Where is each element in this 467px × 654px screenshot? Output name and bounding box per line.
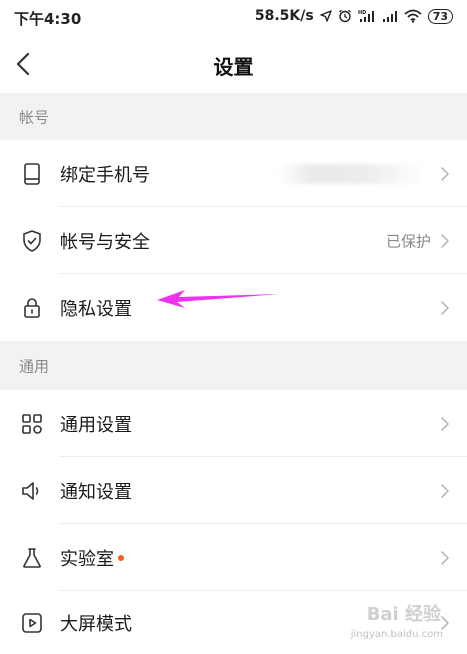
alarm-clock-icon	[338, 9, 351, 23]
section-header-general: 通用	[0, 341, 467, 390]
row-label: 帐号与安全	[60, 231, 150, 253]
row-label: 隐私设置	[60, 298, 132, 320]
shield-check-icon	[23, 229, 41, 252]
speaker-icon	[22, 481, 39, 500]
status-bar: 下午4:30 58.5K/s HD 73	[0, 0, 467, 36]
status-time: 下午4:30	[14, 10, 82, 28]
phone-icon	[24, 162, 40, 185]
settings-row-notifications[interactable]: 通知设置	[0, 457, 467, 524]
new-badge-dot	[118, 554, 124, 561]
row-label: 通知设置	[60, 481, 132, 503]
location-arrow-icon	[319, 10, 332, 22]
hd-label: HD	[358, 10, 366, 16]
chevron-right-icon	[441, 615, 449, 630]
settings-row-bind-phone[interactable]: 绑定手机号	[0, 140, 467, 207]
row-value: 已保护	[385, 232, 431, 250]
page-title: 设置	[213, 55, 254, 79]
lock-icon	[24, 297, 40, 318]
chevron-right-icon	[441, 483, 449, 498]
settings-row-big-screen[interactable]: 大屏模式	[0, 591, 467, 654]
status-indicators: 58.5K/s HD 73	[255, 8, 453, 24]
row-label: 大屏模式	[60, 613, 132, 635]
settings-row-general[interactable]: 通用设置	[0, 390, 467, 457]
chevron-right-icon	[441, 416, 449, 431]
play-square-icon	[22, 612, 42, 633]
chevron-right-icon	[441, 300, 449, 315]
chevron-right-icon	[441, 233, 449, 248]
section-header-label: 通用	[19, 357, 50, 375]
settings-row-account-security[interactable]: 帐号与安全 已保护	[0, 207, 467, 274]
row-label: 绑定手机号	[60, 164, 150, 186]
hd-signal-icon: HD	[358, 10, 374, 22]
section-header-account: 帐号	[0, 93, 467, 140]
chevron-right-icon	[441, 166, 449, 181]
header: 设置	[0, 36, 467, 93]
battery-indicator: 73	[427, 8, 453, 24]
wifi-icon	[404, 9, 422, 23]
settings-row-lab[interactable]: 实验室	[0, 524, 467, 591]
network-speed: 58.5K/s	[254, 8, 314, 24]
row-label: 通用设置	[60, 414, 132, 436]
signal-bars-icon	[382, 11, 397, 22]
lab-label-text: 实验室	[60, 548, 114, 570]
phone-number-blurred	[277, 163, 427, 184]
grid-icon	[22, 413, 42, 434]
row-label: 实验室	[60, 545, 124, 571]
flask-icon	[23, 547, 41, 568]
settings-row-privacy[interactable]: 隐私设置	[0, 274, 467, 341]
section-header-label: 帐号	[19, 108, 50, 126]
chevron-right-icon	[441, 550, 449, 565]
